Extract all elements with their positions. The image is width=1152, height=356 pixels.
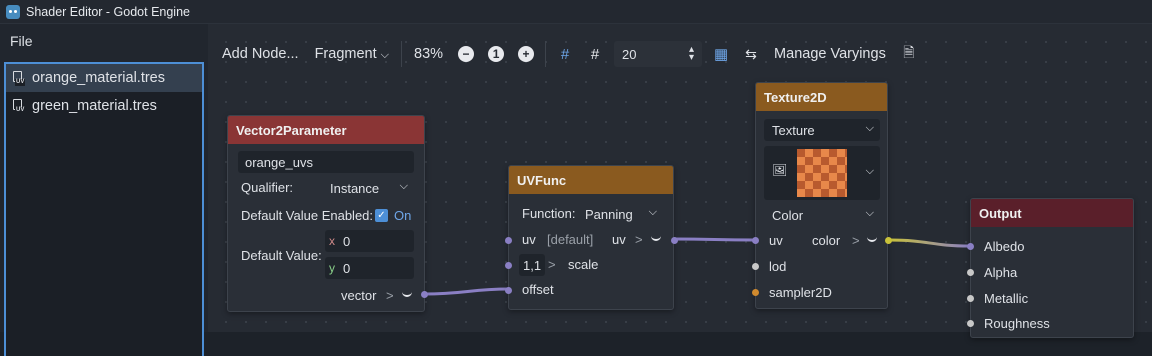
color-output-port[interactable] (885, 237, 892, 244)
preview-eye-icon[interactable] (651, 235, 661, 241)
offset-label: offset (522, 282, 554, 297)
uv-output-port[interactable] (671, 237, 678, 244)
alpha-input-port[interactable] (967, 269, 974, 276)
alpha-label: Alpha (984, 265, 1018, 280)
albedo-input-port[interactable] (967, 243, 974, 250)
vector-output-label: vector (341, 288, 377, 303)
default-enabled-checkbox[interactable]: ✓ (375, 209, 388, 222)
vector-output-port[interactable] (421, 291, 428, 298)
node-title: Texture2D (756, 83, 887, 111)
wire-vector-offset (423, 287, 510, 296)
texture2d-node[interactable]: Texture2D Texture ⌵ 🖼 ⌵ Color ⌵ uv color… (752, 82, 892, 309)
uvfunc-node[interactable]: UVFunc Function: Panning ⌵ uv [default] … (505, 165, 678, 310)
lod-label: lod (769, 259, 787, 274)
default-enabled-value: On (394, 208, 412, 223)
qualifier-select[interactable]: Instance ⌵ (322, 177, 414, 199)
texture-thumbnail (797, 149, 847, 197)
default-x-field[interactable]: x 0 (325, 230, 414, 252)
uv-default-label: [default] (547, 232, 594, 247)
uv-output-label: uv (612, 232, 626, 247)
qualifier-label: Qualifier: (241, 180, 294, 195)
scale-label: scale (568, 257, 599, 272)
texture-resource-icon: 🖼 (772, 163, 788, 177)
node-title: UVFunc (509, 166, 673, 194)
texture-type-value: Color (772, 207, 804, 223)
y-label: y (329, 261, 335, 275)
roughness-label: Roughness (984, 316, 1050, 331)
node-title: Output (971, 199, 1133, 227)
chevron-down-icon: ⌵ (865, 122, 874, 134)
uv-input-port[interactable] (752, 237, 759, 244)
texture-type-select[interactable]: Color ⌵ (764, 204, 880, 226)
roughness-input-port[interactable] (967, 320, 974, 327)
expand-arrow-icon[interactable]: > (386, 288, 394, 303)
preview-eye-icon[interactable] (402, 291, 412, 297)
texture-source-select[interactable]: Texture ⌵ (764, 119, 880, 141)
expand-arrow-icon[interactable]: > (635, 232, 643, 247)
chevron-down-icon: ⌵ (865, 165, 874, 177)
vector2-parameter-node[interactable]: Vector2Parameter orange_uvs Qualifier: I… (227, 115, 428, 312)
qualifier-value: Instance (330, 180, 380, 196)
texture-source-value: Texture (772, 122, 815, 138)
function-value: Panning (585, 206, 633, 222)
texture-picker[interactable]: 🖼 ⌵ (764, 146, 880, 200)
function-label: Function: (522, 206, 576, 221)
wire-color-albedo (887, 238, 971, 248)
chevron-down-icon: ⌵ (648, 206, 657, 218)
sampler-label: sampler2D (769, 285, 832, 300)
default-enabled-label: Default Value Enabled: (241, 208, 374, 223)
default-y-field[interactable]: y 0 (325, 257, 414, 279)
uv-input-label: uv (522, 232, 536, 247)
metallic-label: Metallic (984, 291, 1029, 306)
preview-eye-icon[interactable] (867, 236, 877, 242)
chevron-down-icon: ⌵ (865, 207, 874, 219)
x-value: 0 (343, 233, 351, 249)
function-select[interactable]: Panning ⌵ (577, 203, 663, 225)
uv-input-port[interactable] (505, 237, 512, 244)
offset-input-port[interactable] (505, 287, 512, 294)
scale-field[interactable]: 1,1 (519, 254, 545, 276)
color-output-label: color (812, 233, 841, 248)
expand-arrow-icon[interactable]: > (852, 233, 860, 248)
output-node[interactable]: Output Albedo Alpha Metallic Roughness (967, 198, 1134, 338)
x-label: x (329, 234, 335, 248)
chevron-down-icon: ⌵ (399, 180, 408, 192)
metallic-input-port[interactable] (967, 295, 974, 302)
y-value: 0 (343, 260, 351, 276)
lod-input-port[interactable] (752, 263, 759, 270)
wire-uv-uv (673, 237, 756, 242)
albedo-label: Albedo (984, 239, 1025, 254)
node-title: Vector2Parameter (228, 116, 424, 144)
scale-expand-icon[interactable]: > (548, 257, 556, 272)
scale-input-port[interactable] (505, 262, 512, 269)
sampler-input-port[interactable] (752, 289, 759, 296)
default-value-label: Default Value: (241, 248, 322, 263)
uv-input-label: uv (769, 233, 783, 248)
parameter-name-field[interactable]: orange_uvs (238, 151, 414, 173)
